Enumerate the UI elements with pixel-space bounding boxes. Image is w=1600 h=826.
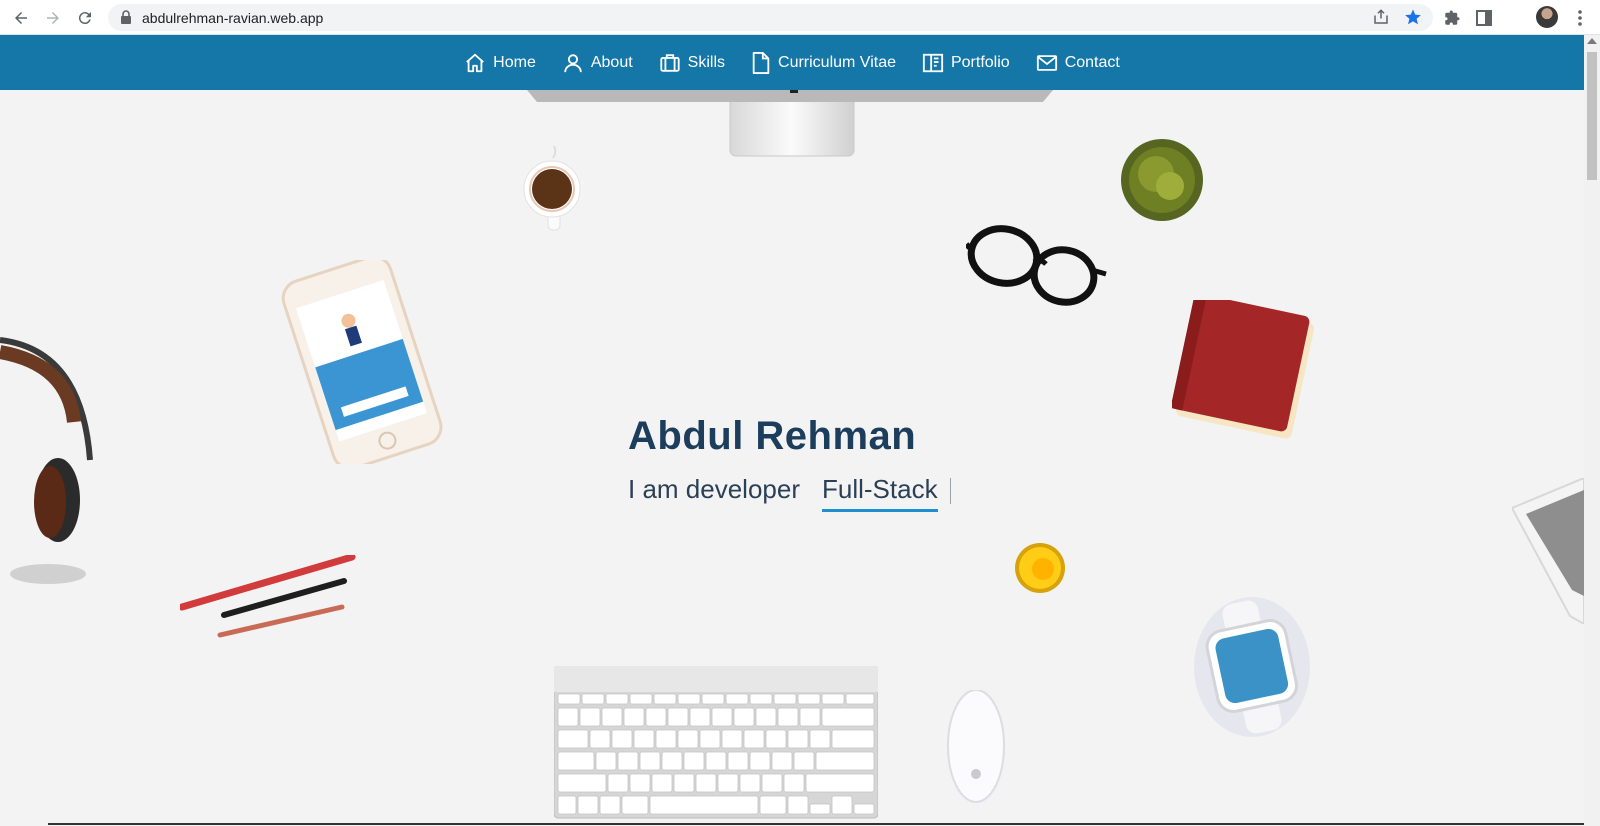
back-arrow-icon <box>15 12 27 24</box>
extensions-button[interactable] <box>1440 6 1464 30</box>
smartwatch-illustration <box>1194 597 1310 737</box>
smartphone-illustration <box>281 260 443 464</box>
reload-icon <box>78 12 91 25</box>
page-scrollbar-thumb[interactable] <box>1587 52 1597 180</box>
user-icon <box>564 53 582 72</box>
share-icon[interactable] <box>1372 8 1390 26</box>
scroll-up-arrow-icon[interactable] <box>1587 38 1597 44</box>
hero-intro: I am developer <box>628 474 800 504</box>
nav-label-portfolio: Portfolio <box>950 53 1010 71</box>
typing-cursor <box>950 478 951 504</box>
nav-item-portfolio[interactable]: Portfolio <box>922 52 1010 74</box>
plant-illustration <box>1121 139 1203 221</box>
portfolio-icon <box>922 53 944 72</box>
glasses-illustration <box>966 225 1107 306</box>
reload-button[interactable] <box>73 6 97 30</box>
side-panel-icon <box>1476 10 1492 26</box>
mail-icon <box>1036 54 1057 71</box>
keyboard-illustration <box>554 666 878 819</box>
coffee-cup-illustration <box>523 145 581 231</box>
puzzle-icon <box>1445 10 1460 25</box>
headphones-illustration <box>0 337 93 584</box>
hero-name: Abdul Rehman <box>628 414 917 458</box>
nav-label-contact: Contact <box>1064 53 1120 71</box>
nav-label-home: Home <box>493 53 536 71</box>
home-icon <box>466 53 485 72</box>
browser-toolbar: abdulrehman-ravian.web.app <box>0 0 1600 35</box>
nav-item-contact[interactable]: Contact <box>1036 52 1120 74</box>
nav-item-about[interactable]: About <box>562 52 633 74</box>
hero-role-typed: Full-Stack <box>822 474 938 512</box>
coin-illustration <box>1015 543 1065 593</box>
pencils-illustration <box>180 555 356 638</box>
address-bar[interactable]: abdulrehman-ravian.web.app <box>108 4 1433 31</box>
nav-label-curriculum-vitae: Curriculum Vitae <box>778 53 896 71</box>
back-button[interactable] <box>9 6 33 30</box>
side-panel-button[interactable] <box>1472 6 1496 30</box>
notebook-illustration <box>1172 300 1315 439</box>
profile-avatar[interactable] <box>1536 6 1558 28</box>
nav-label-skills: Skills <box>687 53 726 71</box>
forward-button[interactable] <box>41 6 65 30</box>
briefcase-icon <box>660 53 680 72</box>
browser-menu-button[interactable] <box>1568 6 1592 30</box>
nav-label-about: About <box>590 53 633 71</box>
nav-item-curriculum-vitae[interactable]: Curriculum Vitae <box>751 51 896 74</box>
lock-icon <box>121 10 131 24</box>
site-navbar: Home About Skills Curriculum Vitae Portf… <box>0 35 1584 90</box>
page-bottom-divider <box>48 823 1584 825</box>
kebab-menu-icon <box>1578 10 1582 26</box>
imac-illustration <box>527 90 1053 157</box>
forward-arrow-icon <box>47 12 59 24</box>
mouse-illustration <box>947 690 1005 803</box>
nav-item-skills[interactable]: Skills <box>659 52 725 74</box>
document-icon <box>752 51 770 74</box>
bookmark-star-icon[interactable] <box>1404 8 1422 26</box>
nav-item-home[interactable]: Home <box>464 52 536 74</box>
tablet-illustration <box>1512 478 1584 624</box>
url-text: abdulrehman-ravian.web.app <box>142 10 324 26</box>
